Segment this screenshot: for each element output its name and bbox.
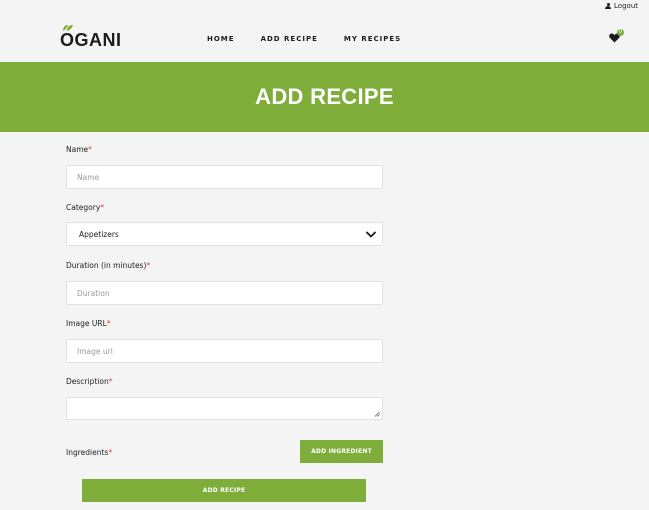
favorites-count-badge: 0 [617, 29, 624, 36]
duration-placeholder: Duration [77, 288, 110, 298]
logout-link[interactable]: Logout [605, 2, 638, 10]
add-ingredient-button[interactable]: ADD INGREDIENT [300, 440, 383, 463]
nav-add-recipe[interactable]: ADD RECIPE [261, 35, 318, 43]
add-recipe-submit-button[interactable]: ADD RECIPE [82, 479, 366, 502]
duration-label: Duration (in minutes)* [66, 261, 150, 270]
description-textarea[interactable] [66, 397, 383, 420]
description-label-text: Description [66, 377, 109, 386]
category-label: Category* [66, 203, 104, 212]
duration-label-text: Duration (in minutes) [66, 261, 147, 270]
name-label-text: Name [66, 145, 89, 154]
hero-banner: ADD RECIPE [0, 62, 649, 132]
chevron-down-icon [366, 231, 376, 237]
required-mark: * [88, 145, 92, 154]
favorites-button[interactable]: 0 [609, 29, 624, 43]
site-header: Logout OGANI HOME ADD RECIPE MY RECIPES … [0, 0, 649, 62]
required-mark: * [108, 448, 113, 457]
image-url-placeholder: Image url [77, 346, 113, 356]
logout-label: Logout [614, 2, 638, 10]
required-mark: * [100, 203, 105, 212]
required-mark: * [106, 319, 111, 328]
image-url-label: Image URL* [66, 319, 111, 328]
category-label-text: Category [66, 203, 101, 212]
image-url-label-text: Image URL [66, 319, 107, 328]
page-title: ADD RECIPE [255, 84, 394, 109]
page: Logout OGANI HOME ADD RECIPE MY RECIPES … [0, 0, 649, 510]
ingredients-label-text: Ingredients [66, 448, 109, 457]
name-input[interactable]: Name [66, 165, 383, 189]
site-logo[interactable]: OGANI [60, 30, 122, 51]
category-selected-value: Appetizers [79, 229, 119, 239]
user-icon [605, 2, 612, 10]
required-mark: * [146, 261, 151, 270]
main-nav: HOME ADD RECIPE MY RECIPES [207, 35, 401, 43]
name-placeholder: Name [77, 172, 100, 182]
name-label: Name* [66, 145, 92, 154]
category-select[interactable]: Appetizers [66, 222, 383, 246]
resize-handle-icon[interactable] [374, 411, 380, 417]
nav-home[interactable]: HOME [207, 35, 235, 43]
required-mark: * [108, 377, 113, 386]
image-url-input[interactable]: Image url [66, 339, 383, 363]
nav-my-recipes[interactable]: MY RECIPES [344, 35, 401, 43]
ingredients-label: Ingredients* [66, 448, 112, 457]
description-label: Description* [66, 377, 112, 386]
duration-input[interactable]: Duration [66, 281, 383, 305]
